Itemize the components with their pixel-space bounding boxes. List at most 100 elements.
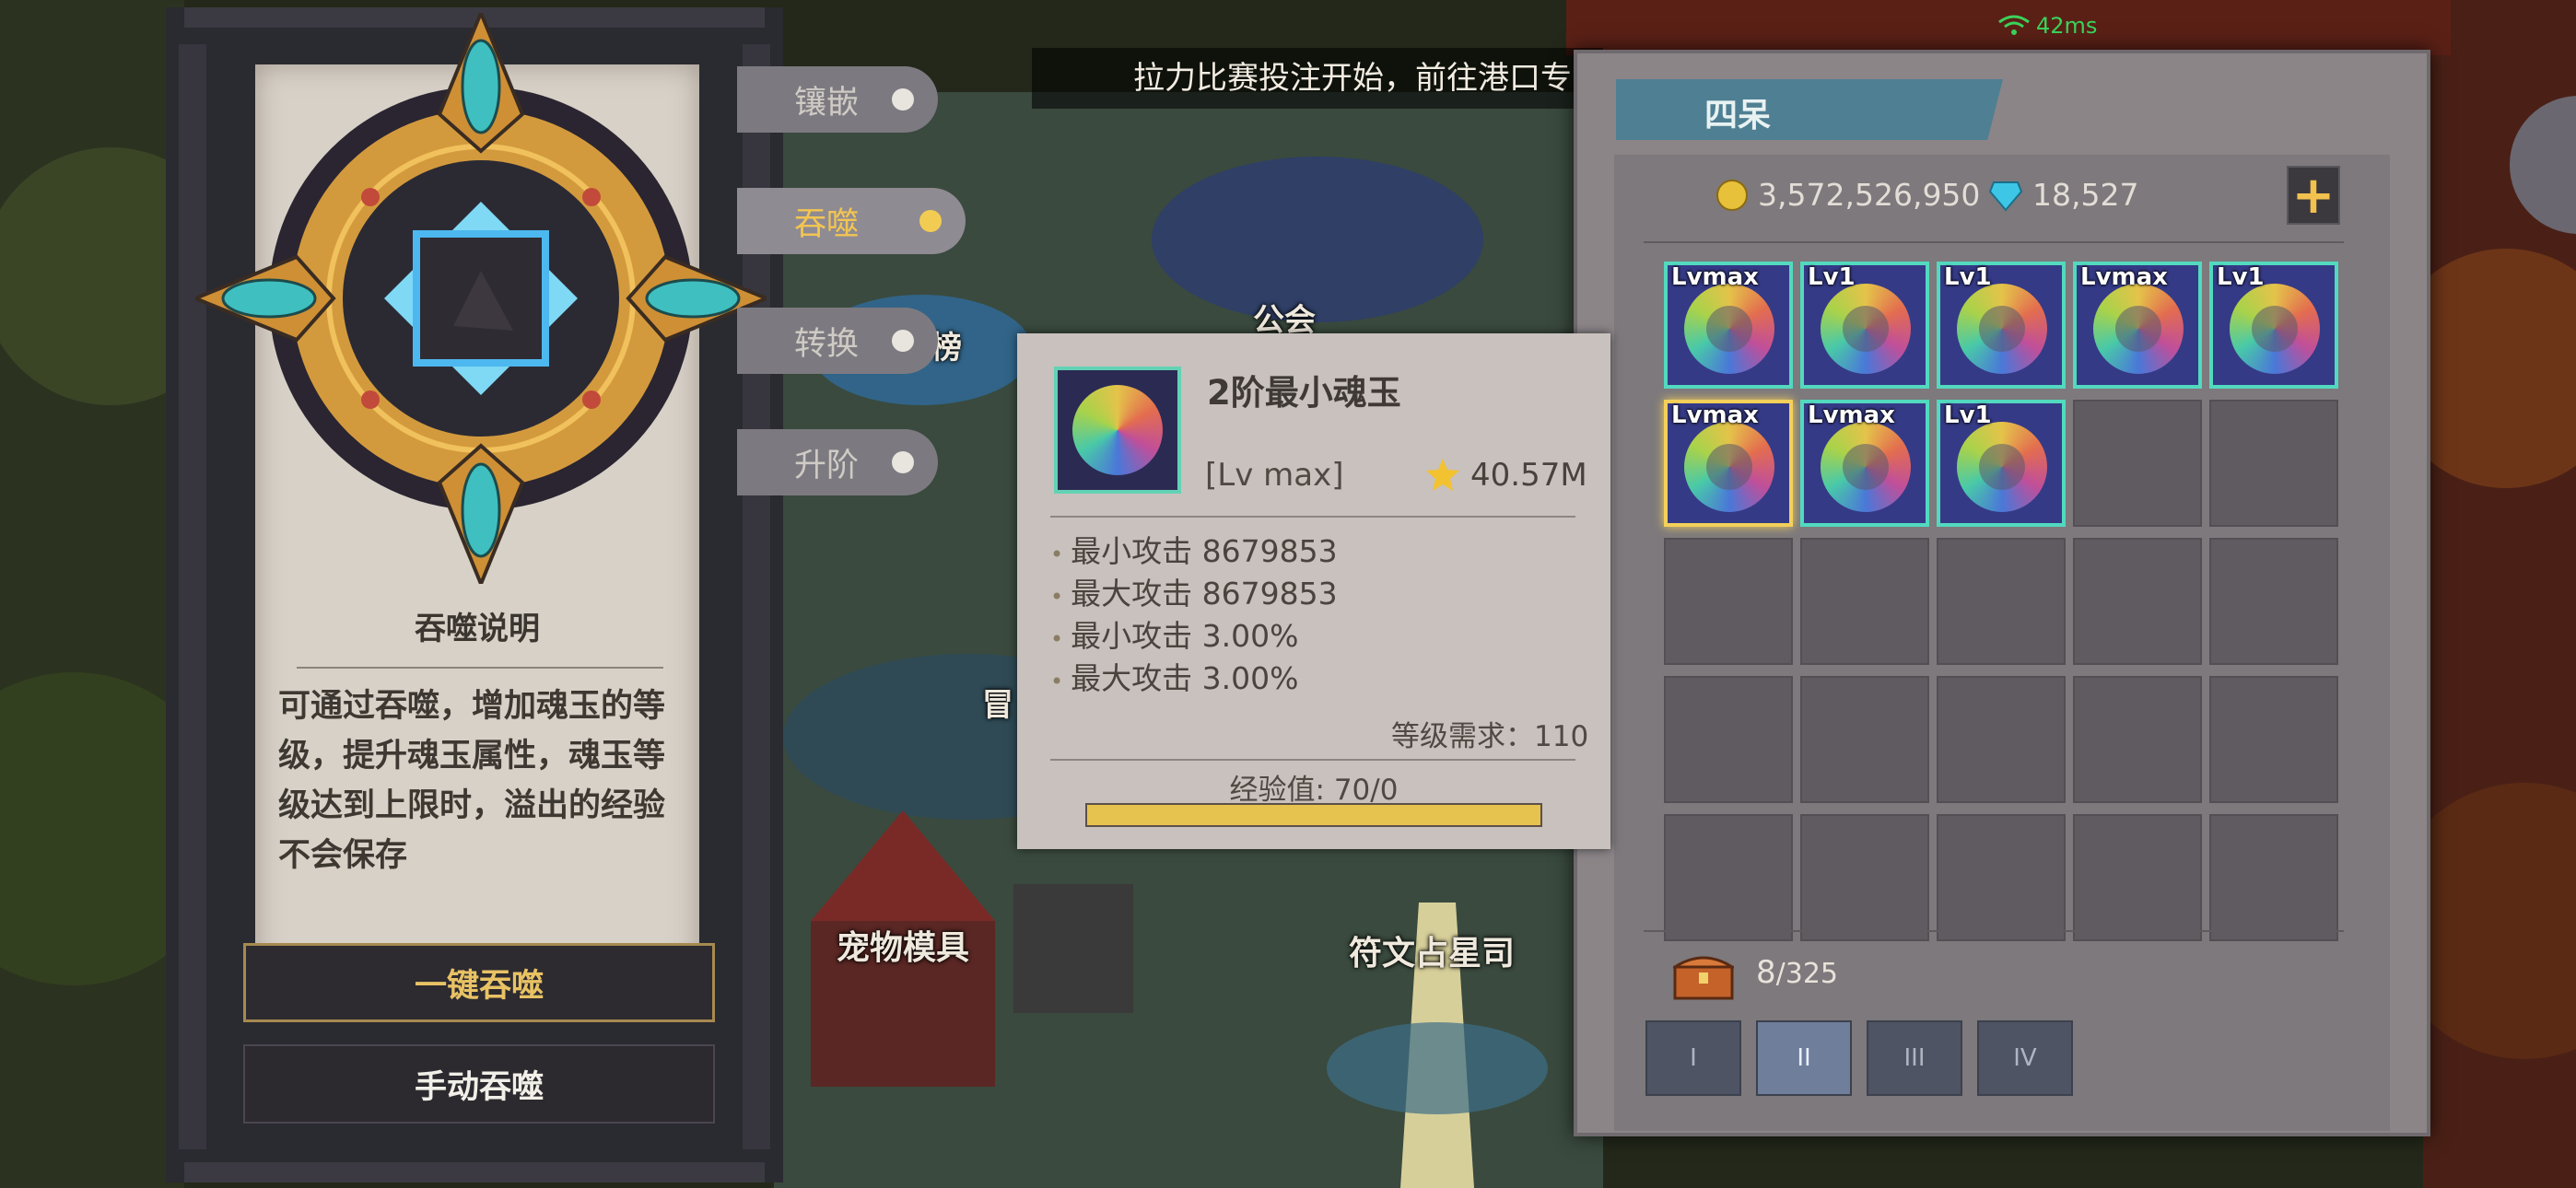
star-icon	[1426, 459, 1459, 491]
tab-convert[interactable]: 转换	[737, 308, 938, 374]
gold-amount: 3,572,526,950	[1758, 177, 1981, 213]
soul-jade-item[interactable]: Lvmax	[1664, 400, 1793, 527]
devour-description-title: 吞噬说明	[415, 611, 540, 647]
tab-inlay[interactable]: 镶嵌	[737, 66, 938, 133]
map-label-rune[interactable]: 符文占星司	[1349, 926, 1515, 974]
gold-coin-icon	[1716, 179, 1748, 211]
tooltip-exp-label: 经验值: 70/0	[1229, 774, 1399, 807]
map-label-pet-model[interactable]: 宠物模具	[837, 921, 969, 969]
chest-icon	[1673, 956, 1734, 1000]
inventory-divider-bottom	[1644, 930, 2344, 932]
tab-inlay-label: 镶嵌	[794, 84, 860, 122]
gem-display: 18,527	[1988, 177, 2138, 213]
tooltip-divider	[1050, 516, 1575, 518]
empty-slot[interactable]	[1800, 814, 1929, 941]
tooltip-exp-fill	[1087, 805, 1540, 825]
tab-convert-label: 转换	[794, 325, 860, 363]
soul-jade-item[interactable]: Lv1	[1800, 262, 1929, 389]
inventory-capacity: 8/325	[1756, 954, 1838, 991]
soul-jade-item[interactable]: Lvmax	[2073, 262, 2202, 389]
soul-jade-item[interactable]: Lvmax	[1664, 262, 1793, 389]
soul-jade-orb-icon	[1957, 284, 2047, 374]
tab-dot	[892, 451, 914, 473]
empty-slot[interactable]	[1937, 814, 2066, 941]
map-label-partial-2: 冒	[982, 687, 1013, 724]
empty-slot[interactable]	[2209, 814, 2338, 941]
inventory-divider-top	[1644, 241, 2344, 243]
item-level-label: Lvmax	[1671, 402, 1759, 429]
capacity-total: /325	[1775, 958, 1839, 990]
soul-jade-item[interactable]: Lv1	[2209, 262, 2338, 389]
gem-icon	[1988, 181, 2023, 212]
category-tab-1-label: I	[1690, 1044, 1697, 1072]
empty-slot[interactable]	[2209, 400, 2338, 527]
soul-jade-item[interactable]: Lv1	[1937, 262, 2066, 389]
soul-jade-orb-icon	[1072, 385, 1163, 475]
tooltip-stat: 最小攻击 3.00%	[1050, 611, 1298, 656]
empty-slot[interactable]	[1800, 676, 1929, 803]
empty-slot[interactable]	[2073, 814, 2202, 941]
tab-dot	[892, 330, 914, 352]
item-level-label: Lv1	[2217, 263, 2265, 291]
tooltip-item-level: [Lv max]	[1205, 457, 1344, 494]
announcement-marquee: 拉力比赛投注开始，前往港口专	[1032, 48, 1603, 109]
soul-jade-orb-icon	[1957, 422, 2047, 512]
empty-slot[interactable]	[1937, 538, 2066, 665]
empty-slot[interactable]	[2073, 676, 2202, 803]
empty-slot[interactable]	[1937, 676, 2066, 803]
category-tab-4[interactable]: IV	[1977, 1020, 2073, 1096]
soul-jade-orb-icon	[2093, 284, 2184, 374]
latency-text: 42ms	[2036, 13, 2098, 39]
tooltip-item-name: 2阶最小魂玉	[1207, 373, 1401, 413]
soul-jade-item[interactable]: Lvmax	[1800, 400, 1929, 527]
tab-devour-label: 吞噬	[794, 205, 860, 243]
category-tab-2-label: II	[1797, 1044, 1811, 1072]
tab-dot-active	[919, 210, 942, 232]
add-currency-button[interactable]: +	[2287, 166, 2340, 225]
empty-slot[interactable]	[1664, 814, 1793, 941]
empty-slot[interactable]	[1664, 538, 1793, 665]
soul-jade-orb-icon	[1821, 284, 1911, 374]
tooltip-exp-bar	[1085, 803, 1542, 827]
item-level-label: Lvmax	[1671, 263, 1759, 291]
empty-slot[interactable]	[2209, 676, 2338, 803]
soul-jade-socket	[195, 13, 767, 584]
soul-jade-orb-icon	[1821, 422, 1911, 512]
category-tab-3[interactable]: III	[1867, 1020, 1962, 1096]
empty-slot[interactable]	[2073, 400, 2202, 527]
tooltip-divider	[1050, 759, 1575, 761]
marquee-text: 拉力比赛投注开始，前往港口专	[1133, 60, 1572, 97]
category-tab-1[interactable]: I	[1645, 1020, 1741, 1096]
item-level-label: Lvmax	[2080, 263, 2168, 291]
tab-advance[interactable]: 升阶	[737, 429, 938, 495]
devour-description-text: 可通过吞噬，增加魂玉的等级，提升魂玉属性，魂玉等级达到上限时，溢出的经验不会保存	[278, 688, 666, 874]
tooltip-stat: 最大攻击 8679853	[1050, 569, 1337, 613]
gold-display: 3,572,526,950	[1715, 177, 1980, 213]
item-level-label: Lv1	[1944, 263, 1992, 291]
manual-devour-button[interactable]: 手动吞噬	[243, 1044, 715, 1124]
tooltip-level-requirement: 等级需求：110	[1391, 720, 1589, 753]
empty-slot[interactable]	[2209, 538, 2338, 665]
tooltip-stat: 最大攻击 3.00%	[1050, 654, 1298, 698]
network-status: 42ms	[1997, 13, 2097, 39]
item-level-label: Lv1	[1944, 402, 1992, 429]
soul-jade-orb-icon	[1684, 284, 1774, 374]
wifi-icon	[1998, 15, 2030, 35]
one-click-devour-button[interactable]: 一键吞噬	[243, 943, 715, 1022]
description-divider	[297, 667, 663, 669]
gem-amount: 18,527	[2032, 177, 2139, 213]
tab-advance-label: 升阶	[794, 447, 860, 484]
category-tab-2[interactable]: II	[1756, 1020, 1852, 1096]
inventory-tab[interactable]	[1616, 79, 2003, 140]
empty-slot[interactable]	[1800, 538, 1929, 665]
soul-jade-orb-icon	[2230, 284, 2320, 374]
soul-jade-item[interactable]: Lv1	[1937, 400, 2066, 527]
tooltip-stat: 最小攻击 8679853	[1050, 527, 1337, 571]
empty-slot[interactable]	[2073, 538, 2202, 665]
item-level-label: Lvmax	[1808, 402, 1895, 429]
category-tab-4-label: IV	[2013, 1044, 2037, 1072]
category-tab-3-label: III	[1903, 1044, 1926, 1072]
empty-slot[interactable]	[1664, 676, 1793, 803]
capacity-used: 8	[1756, 954, 1776, 991]
tab-devour[interactable]: 吞噬	[737, 188, 966, 254]
